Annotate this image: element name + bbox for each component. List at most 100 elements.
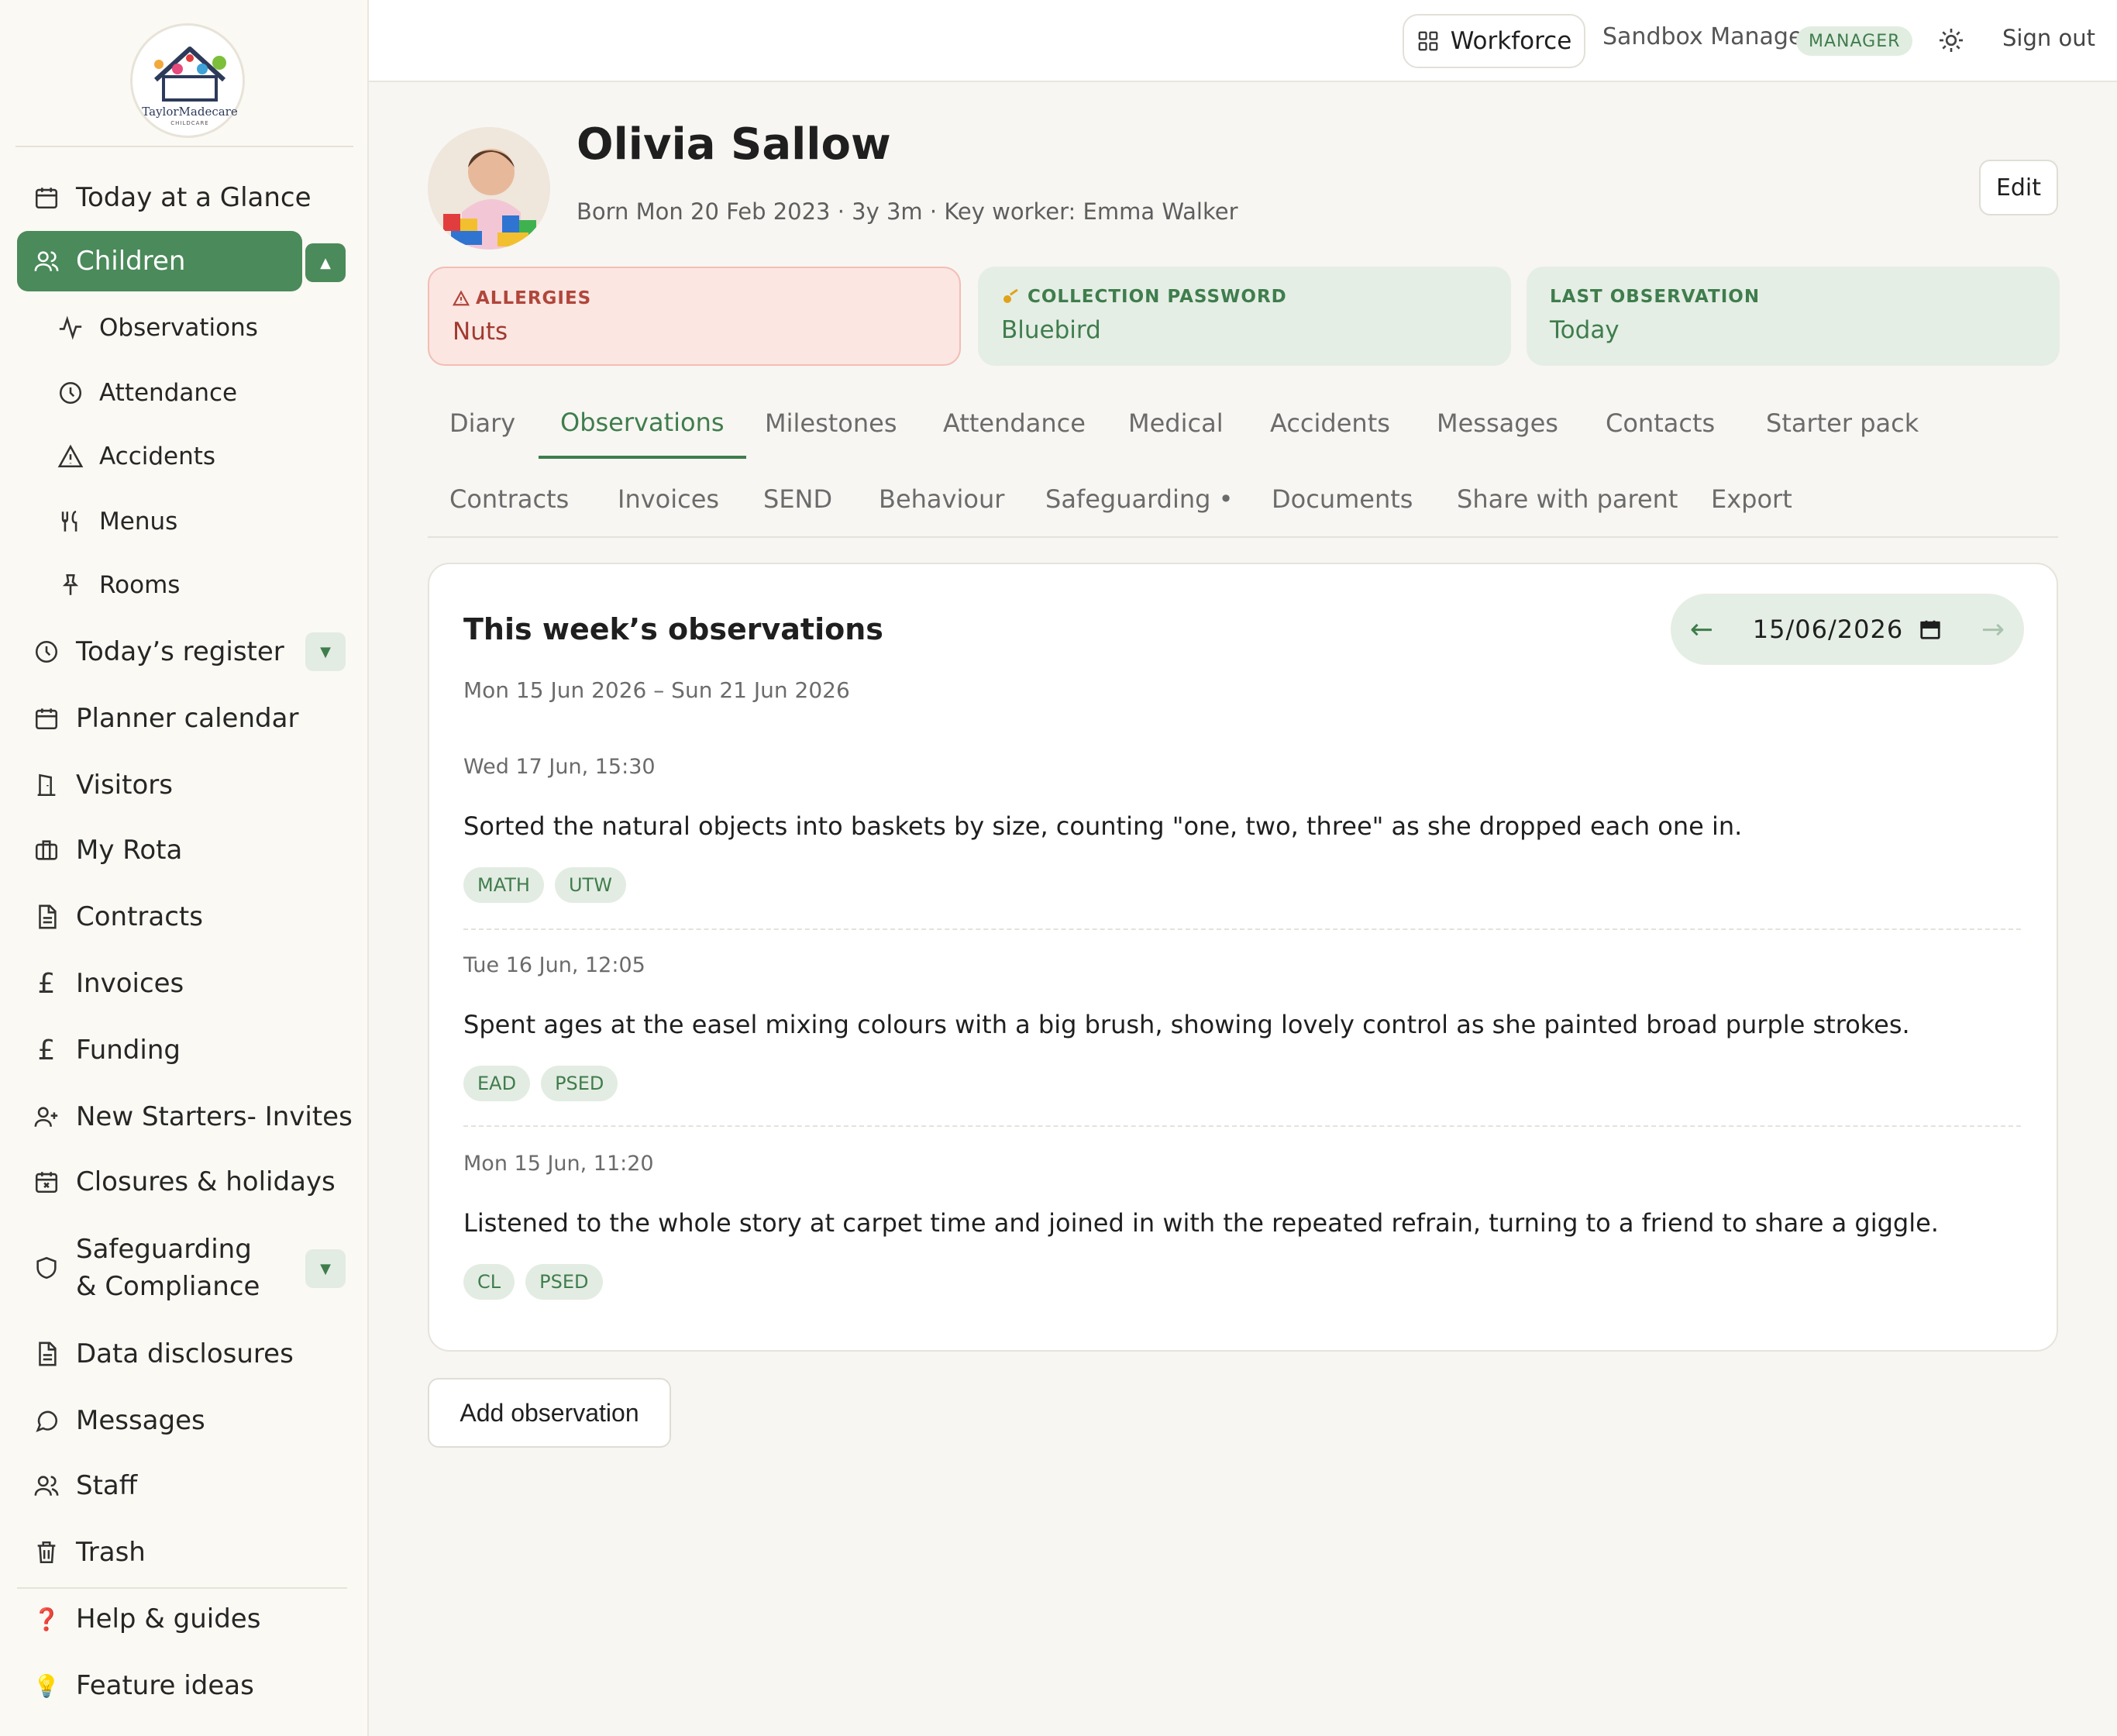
utensils-icon [56,507,85,536]
sidebar-item-help[interactable]: ❓ Help & guides [17,1589,261,1649]
door-icon [31,770,62,801]
sidebar-item-label: Visitors [76,770,173,801]
svg-text:TaylorMadecare: TaylorMadecare [142,105,238,119]
tab-contacts[interactable]: Contacts [1584,400,1737,446]
brand-logo[interactable]: TaylorMadecare CHILDCARE [130,23,245,138]
observation-text: Sorted the natural objects into baskets … [463,811,1743,841]
sidebar-item-label: Children [76,246,186,277]
add-observation-button[interactable]: Add observation [428,1378,671,1448]
sign-out-link[interactable]: Sign out [2002,25,2095,51]
document-icon [31,901,62,932]
tab-milestones[interactable]: Milestones [743,400,919,446]
sidebar-item-label: Feature ideas [76,1670,254,1701]
briefcase-icon [31,835,62,866]
sidebar: TaylorMadecare CHILDCARE Today at a Glan… [0,0,369,1736]
users-icon [31,246,62,277]
sidebar-item-invoices[interactable]: £ Invoices [17,953,184,1014]
observation-entry[interactable]: Tue 16 Jun, 12:05 Spent ages at the ease… [463,953,2021,1101]
sidebar-item-safeguarding[interactable]: Safeguarding & Compliance [17,1221,277,1314]
shield-icon [31,1252,62,1283]
tag-chip: MATH [463,867,544,903]
sidebar-item-label: Safeguarding & Compliance [76,1234,260,1302]
tab-documents[interactable]: Documents [1250,476,1434,522]
sidebar-item-menus[interactable]: Menus [56,494,177,549]
gear-icon[interactable] [1936,25,1967,56]
allergies-card: ALLERGIES Nuts [428,267,961,366]
trash-icon [31,1537,62,1568]
observation-text: Listened to the whole story at carpet ti… [463,1208,1939,1238]
warning-icon [56,442,85,471]
tab-diary[interactable]: Diary [428,400,537,446]
sidebar-item-staff[interactable]: Staff [17,1455,137,1516]
tab-send[interactable]: SEND [742,476,854,522]
sidebar-item-messages[interactable]: Messages [17,1390,205,1451]
role-badge: MANAGER [1796,26,1913,56]
prev-week-button[interactable]: ← [1671,614,1733,646]
tab-export[interactable]: Export [1689,476,1814,522]
workforce-button[interactable]: Workforce [1403,14,1585,68]
observation-time: Wed 17 Jun, 15:30 [463,755,656,779]
chat-icon [31,1405,62,1436]
allergies-label: ALLERGIES [476,288,592,308]
observation-entry[interactable]: Mon 15 Jun, 11:20 Listened to the whole … [463,1152,2021,1300]
sidebar-item-attendance[interactable]: Attendance [56,366,237,420]
sidebar-item-today[interactable]: Today at a Glance [17,167,312,228]
calendar-icon[interactable] [1919,618,1942,641]
week-date-input[interactable]: 15/06/2026 [1733,615,1962,644]
svg-text:CHILDCARE: CHILDCARE [170,120,208,126]
sidebar-item-rota[interactable]: My Rota [17,820,182,880]
sidebar-item-closures[interactable]: Closures & holidays [17,1152,336,1212]
last-observation-label: LAST OBSERVATION [1550,287,1761,307]
tab-starter-pack[interactable]: Starter pack [1744,400,1940,446]
register-expand-toggle[interactable]: ▼ [305,632,346,671]
sidebar-item-label: My Rota [76,835,183,866]
tab-contracts[interactable]: Contracts [428,476,590,522]
sidebar-item-trash[interactable]: Trash [17,1522,146,1583]
sidebar-item-label: Closures & holidays [76,1166,336,1197]
users-icon [31,1470,62,1501]
children-collapse-toggle[interactable]: ▲ [305,243,346,282]
tab-messages[interactable]: Messages [1415,400,1580,446]
sidebar-item-label: Today at a Glance [76,182,312,213]
sidebar-item-rooms[interactable]: Rooms [56,558,180,612]
sidebar-item-funding[interactable]: £ Funding [17,1020,181,1080]
sidebar-item-label: Accidents [99,443,216,470]
tab-observations[interactable]: Observations [539,400,746,459]
last-observation-value: Today [1550,316,1620,344]
tab-invoices[interactable]: Invoices [596,476,741,522]
sidebar-item-feature-ideas[interactable]: 💡 Feature ideas [17,1655,254,1716]
tag-chip: PSED [541,1066,618,1101]
tab-share-with-parent[interactable]: Share with parent [1435,476,1699,522]
safeguarding-expand-toggle[interactable]: ▼ [305,1249,346,1288]
tab-medical[interactable]: Medical [1107,400,1245,446]
sidebar-item-planner[interactable]: Planner calendar [17,688,298,749]
tabs-divider [428,536,2058,538]
edit-button[interactable]: Edit [1979,160,2058,215]
sidebar-item-label: Data disclosures [76,1338,294,1369]
sidebar-item-data-disclosures[interactable]: Data disclosures [17,1324,294,1384]
last-observation-card: LAST OBSERVATION Today [1527,267,2060,366]
user-plus-icon [31,1101,62,1132]
sidebar-item-contracts[interactable]: Contracts [17,887,203,947]
tag-chip: PSED [525,1264,603,1300]
observation-time: Tue 16 Jun, 12:05 [463,953,645,977]
grid-icon [1416,29,1440,53]
sidebar-item-visitors[interactable]: Visitors [17,755,173,815]
tab-attendance[interactable]: Attendance [921,400,1107,446]
pound-icon: £ [37,967,56,1000]
collection-password-card: COLLECTION PASSWORD Bluebird [978,267,1511,366]
tab-accidents[interactable]: Accidents [1248,400,1412,446]
sidebar-item-new-starters[interactable]: New Starters- Invites [17,1087,353,1147]
sidebar-item-register[interactable]: Today’s register [17,622,284,682]
sidebar-item-label: Rooms [99,571,181,599]
observation-divider [463,928,2021,930]
next-week-button[interactable]: → [1962,614,2024,646]
observation-entry[interactable]: Wed 17 Jun, 15:30 Sorted the natural obj… [463,755,2021,903]
current-user-name: Sandbox Manager [1602,23,1812,50]
sidebar-divider [15,146,353,147]
sidebar-item-accidents[interactable]: Accidents [56,429,215,484]
sidebar-item-observations[interactable]: Observations [56,301,258,355]
sidebar-item-children[interactable]: Children [17,231,302,291]
tab-safeguarding[interactable]: Safeguarding • [1024,476,1255,522]
tab-behaviour[interactable]: Behaviour [857,476,1026,522]
